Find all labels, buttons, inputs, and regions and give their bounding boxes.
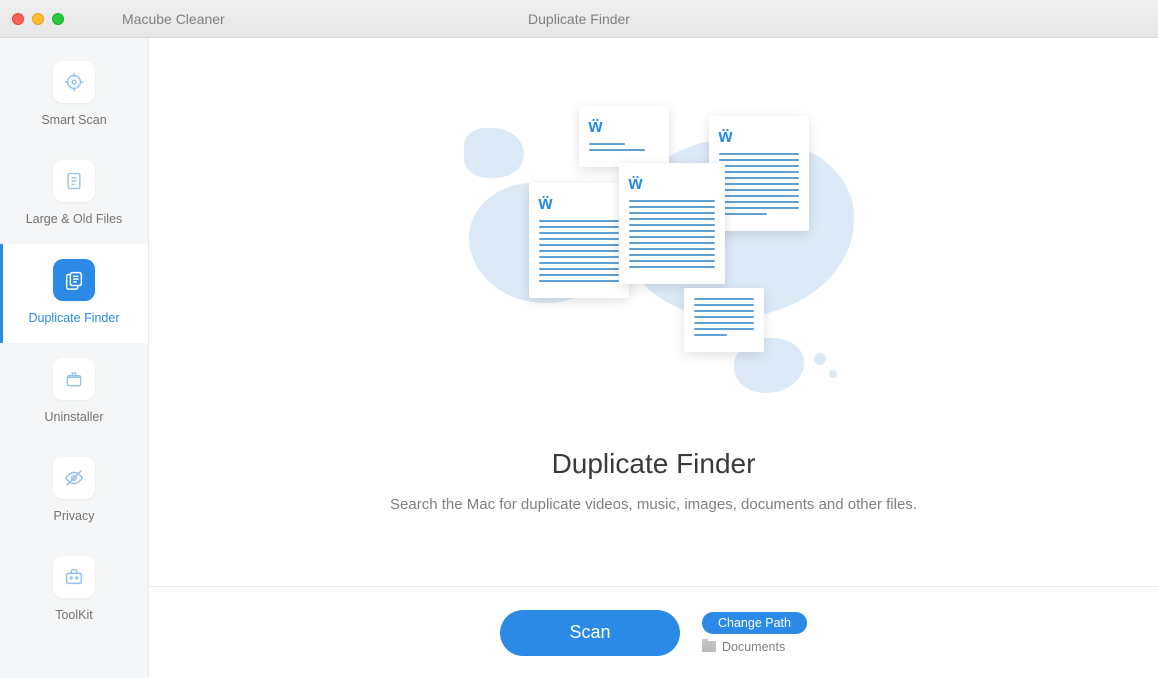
page-title: Duplicate Finder [552, 448, 756, 480]
eye-off-icon [53, 457, 95, 499]
duplicate-illustration: ẅ ẅ ẅ ẅ [444, 88, 864, 408]
sidebar-item-toolkit[interactable]: ToolKit [0, 541, 148, 640]
sidebar-item-label: Smart Scan [41, 113, 106, 127]
traffic-lights [12, 13, 64, 25]
maximize-button[interactable] [52, 13, 64, 25]
sidebar-item-label: Duplicate Finder [28, 311, 119, 325]
sidebar-item-smart-scan[interactable]: Smart Scan [0, 46, 148, 145]
sidebar-item-uninstaller[interactable]: Uninstaller [0, 343, 148, 442]
sidebar-item-label: Large & Old Files [26, 212, 123, 226]
sidebar-item-label: Uninstaller [44, 410, 103, 424]
main-area: Smart Scan Large & Old Files Duplicate F… [0, 38, 1158, 678]
folder-icon [702, 641, 716, 652]
minimize-button[interactable] [32, 13, 44, 25]
duplicate-icon [53, 259, 95, 301]
footer-bar: Scan Change Path Documents [149, 586, 1158, 678]
file-icon [53, 160, 95, 202]
app-name: Macube Cleaner [122, 11, 225, 27]
window-title: Duplicate Finder [528, 11, 630, 27]
sidebar-item-privacy[interactable]: Privacy [0, 442, 148, 541]
change-path-button[interactable]: Change Path [702, 612, 807, 634]
sidebar: Smart Scan Large & Old Files Duplicate F… [0, 38, 149, 678]
close-button[interactable] [12, 13, 24, 25]
titlebar: Macube Cleaner Duplicate Finder [0, 0, 1158, 38]
sidebar-item-label: ToolKit [55, 608, 93, 622]
sidebar-item-duplicate-finder[interactable]: Duplicate Finder [0, 244, 148, 343]
toolkit-icon [53, 556, 95, 598]
package-icon [53, 358, 95, 400]
current-path-label: Documents [722, 640, 785, 654]
scan-button[interactable]: Scan [500, 610, 680, 656]
current-path-display: Documents [702, 640, 785, 654]
content-area: ẅ ẅ ẅ ẅ [149, 38, 1158, 678]
path-group: Change Path Documents [702, 612, 807, 654]
sidebar-item-large-old-files[interactable]: Large & Old Files [0, 145, 148, 244]
target-icon [53, 61, 95, 103]
sidebar-item-label: Privacy [54, 509, 95, 523]
page-subtitle: Search the Mac for duplicate videos, mus… [390, 496, 917, 513]
